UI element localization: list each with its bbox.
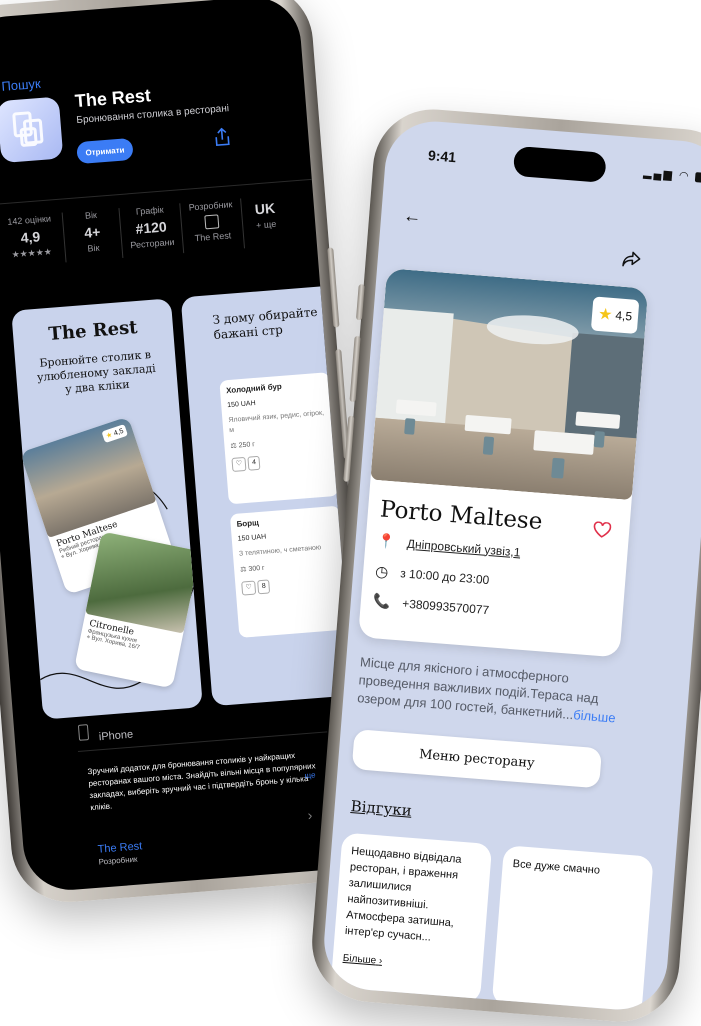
clock-icon: ◷ (374, 563, 389, 582)
left-phone: ‹ Пошук The Rest Бронювання столика в ре… (0, 0, 379, 907)
menu-item-card: Холодний бур 150 UAH Яловичий язик, реди… (219, 372, 339, 505)
chevron-right-icon[interactable]: › (307, 807, 313, 823)
share-icon[interactable] (213, 127, 230, 147)
back-arrow-icon[interactable]: ← (402, 205, 423, 227)
screenshot-tagline: Бронюйте столик в улюбленому закладі у д… (36, 348, 157, 396)
status-icons: ▂▄▆ ◠ (643, 166, 701, 184)
stat-age: Вік 4+ Вік (83, 209, 101, 254)
heart-icon[interactable]: ♡ (231, 456, 247, 472)
rating-badge: ★ 4,5 (590, 296, 640, 334)
dish-name: Борщ (236, 518, 260, 529)
developer-label: Розробник (98, 854, 138, 867)
iphone-device-icon (77, 724, 90, 741)
divider (61, 212, 67, 263)
app-title: The Rest (74, 85, 152, 112)
stats-strip: 142 оцінки 4,9 ★★★★★ Вік 4+ Вік Графік #… (4, 195, 283, 267)
menu-item-card: Борщ 150 UAH З телятиною, ч сметаною ⚖ 3… (229, 505, 350, 638)
signal-icon: ▂▄▆ (642, 167, 675, 182)
share-icon[interactable] (622, 251, 641, 268)
store-screenshot-1[interactable]: The Rest Бронюйте столик в улюбленому за… (11, 298, 203, 720)
device-label: iPhone (98, 728, 134, 744)
developer-icon (204, 214, 220, 230)
star-icon: ★ (105, 431, 114, 441)
review-more-link[interactable]: Більше › (342, 951, 473, 977)
stat-developer: Розробник The Rest (188, 199, 233, 244)
back-button[interactable]: ‹ Пошук (0, 76, 41, 95)
stat-language: UK + ще (254, 199, 277, 231)
screenshot-title: The Rest (47, 317, 139, 345)
status-time: 9:41 (427, 147, 457, 166)
divider (179, 203, 185, 254)
restaurant-screen: 9:41 ▂▄▆ ◠ ← ★ 4,5 Porto Maltese 📍 Дніпр… (320, 117, 701, 1014)
dish-price: 150 UAH (237, 533, 267, 543)
star-icon: ★ (597, 305, 614, 324)
wifi-icon: ◠ (678, 169, 692, 183)
stat-chart: Графік #120 Ресторани (130, 204, 175, 251)
app-logo-icon (12, 111, 44, 147)
divider (240, 198, 246, 249)
quantity-stepper[interactable]: ♡ 8 (241, 574, 340, 596)
menu-button[interactable]: Меню ресторану (351, 729, 603, 789)
app-icon (0, 96, 64, 164)
right-phone: 9:41 ▂▄▆ ◠ ← ★ 4,5 Porto Maltese 📍 Дніпр… (307, 104, 701, 1026)
quantity-stepper[interactable]: ♡ 4 (231, 450, 330, 472)
developer-link[interactable]: The Rest (97, 840, 142, 855)
more-link[interactable]: ще (304, 770, 316, 780)
dish-name: Холодний бур (225, 381, 283, 396)
battery-icon (695, 172, 701, 184)
divider (118, 208, 124, 258)
about-more-link[interactable]: більше (573, 707, 616, 725)
review-card[interactable]: Все дуже смачно (491, 845, 654, 1014)
chevron-right-icon: › (378, 955, 383, 967)
review-card[interactable]: Нещодавно відвідала ресторан, і враження… (330, 832, 493, 1004)
dynamic-island (512, 145, 607, 183)
reviews-title: Відгуки (350, 797, 413, 820)
about-text: Місце для якісного і атмосферного провед… (356, 654, 617, 726)
app-description: Зручний додаток для бронювання столиків … (87, 750, 316, 813)
get-button[interactable]: Отримати (76, 137, 134, 165)
heart-icon[interactable]: ♡ (241, 580, 257, 596)
phone-icon: 📞 (372, 592, 392, 610)
dish-description: З телятиною, ч сметаною (238, 544, 322, 558)
location-pin-icon: 📍 (377, 532, 396, 550)
dish-price: 150 UAH (227, 399, 256, 410)
dish-description: Яловичий язик, редис, огірок, м (228, 409, 325, 435)
stat-ratings: 142 оцінки 4,9 ★★★★★ (6, 213, 53, 260)
heart-icon[interactable] (593, 521, 612, 538)
review-text: Нещодавно відвідала ресторан, і враження… (344, 845, 462, 944)
review-text: Все дуже смачно (512, 857, 601, 877)
